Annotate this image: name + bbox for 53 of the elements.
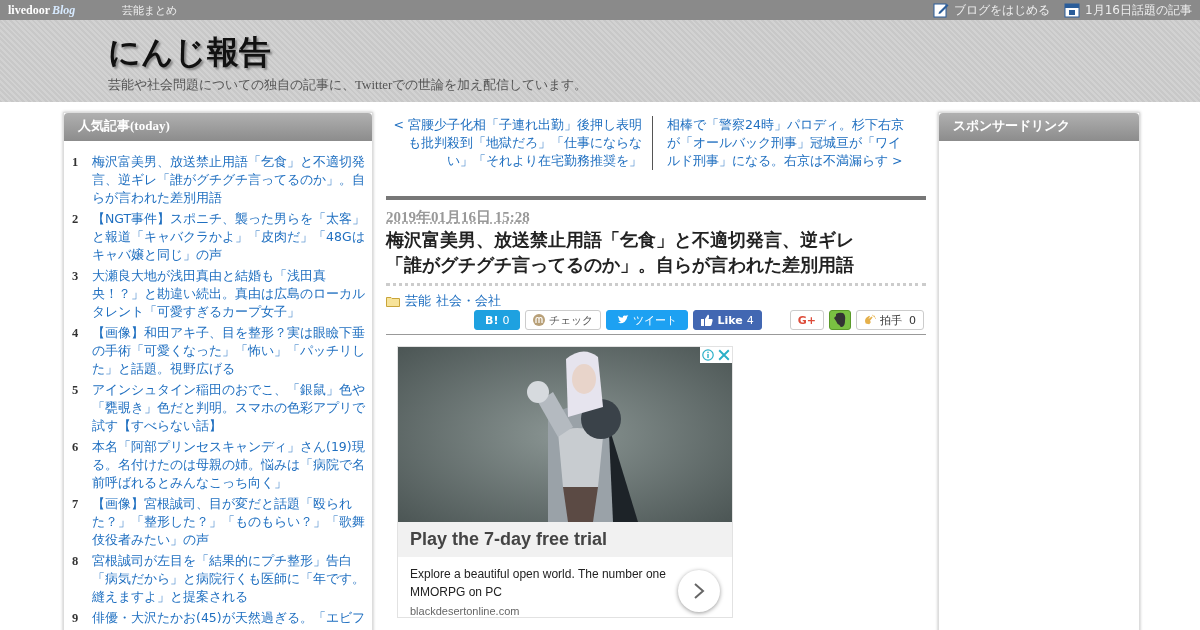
ad-domain: blackdesertonline.com	[410, 605, 521, 617]
widget-header: 人気記事(today)	[64, 113, 372, 141]
mixi-check-button[interactable]: チェック	[525, 310, 602, 330]
next-article-link[interactable]: 相棒で「警察24時」パロディ。杉下右京が「オールバック刑事」冠城亘が「ワイルド刑事」になる。右京は不満漏らす >	[653, 116, 907, 170]
header-link[interactable]: 1月16日話題の記事	[1085, 1, 1192, 19]
post-date: 2019年01月16日 15:28	[386, 208, 531, 227]
article-link[interactable]: 本名「阿部プリンセスキャンディ」さん(19)現る。名付けたのは母親の姉。悩みは「病院で名前呼ばれるとみんなこっち向く」	[92, 438, 366, 492]
article-link[interactable]: アインシュタイン稲田のおでこ、「銀鼠」色や「甕覗き」色だと判明。スマホの色彩アプリで試す【すべらない話】	[92, 381, 366, 435]
thumbs-up-icon	[701, 314, 714, 326]
blog-title[interactable]: にんじ報告	[108, 32, 1200, 72]
rank-number: 6	[72, 439, 80, 456]
evernote-button[interactable]	[829, 310, 851, 330]
hatena-bookmark-button[interactable]: B! 0	[474, 310, 521, 330]
rank-number: 1	[72, 154, 80, 171]
m-circle-icon	[533, 314, 546, 326]
folder-icon	[386, 295, 400, 307]
blog-description: 芸能や社会問題についての独自の記事に、Twitterでの世論を加え配信しています。	[108, 76, 589, 94]
tweet-button[interactable]: ツイート	[606, 310, 689, 330]
ad-headline[interactable]: Play the 7-day free trial	[398, 522, 732, 557]
article-link[interactable]: 【画像】和田アキ子、目を整形？実は眼瞼下垂の手術「可愛くなった」「怖い」「パッチリした」と話題。視野広げる	[92, 324, 366, 378]
rank-number: 3	[72, 268, 80, 285]
previous-article-link[interactable]: < 宮腰少子化相「子連れ出勤」後押し表明も批判殺到「地獄だろ」「仕事にならない」「それより在宅勤務推奨を」	[386, 116, 653, 170]
article-link[interactable]: 梅沢富美男、放送禁止用語「乞食」と不適切発言、逆ギレ「誰がグチグチ言ってるのか」。自らが言われた差別用語	[92, 153, 366, 207]
rank-number: 5	[72, 382, 80, 399]
pen-icon	[933, 2, 950, 18]
category-link[interactable]: 社会・会社	[436, 292, 501, 310]
article-link[interactable]: 大瀬良大地が浅田真由と結婚も「浅田真央！？」と勘違い続出。真由は広島のローカルタレント「可愛すぎるカープ女子」	[92, 267, 366, 321]
rank-number: 9	[72, 610, 80, 627]
article-link[interactable]: 【画像】宮根誠司、目が変だと話題「殴られた？」「整形した？」「ものもらい？」「歌舞伎役者みたい」の声	[92, 495, 366, 549]
rank-number: 2	[72, 211, 80, 228]
like-button[interactable]: Like 4	[693, 310, 762, 330]
info-icon[interactable]	[702, 349, 714, 361]
rank-number: 4	[72, 325, 80, 342]
livedoor-blog-logo[interactable]: livedoor Blog	[8, 2, 112, 18]
rank-number: 8	[72, 553, 80, 570]
rank-number: 7	[72, 496, 80, 513]
article-title: 梅沢富美男、放送禁止用語「乞食」と不適切発言、逆ギレ「誰がグチグチ言ってるのか」。自らが言われた差別用語	[386, 227, 926, 286]
chevron-right-icon	[693, 582, 705, 600]
calendar-icon	[1064, 2, 1081, 18]
clapping-hands-icon	[864, 314, 876, 326]
widget-header: スポンサードリンク	[939, 113, 1139, 141]
google-plus-button[interactable]: G+	[789, 310, 824, 330]
bird-icon	[617, 314, 630, 326]
article-link[interactable]: 宮根誠司が左目を「結果的にプチ整形」告白「病気だから」と病院行くも医師に「年です。縫えますよ」と提案される	[92, 552, 366, 606]
article-link[interactable]: 俳優・大沢たかお(45)が天然過ぎる。「エビフ	[92, 609, 365, 627]
category-link[interactable]: 芸能	[405, 292, 431, 310]
article-link[interactable]: 【NGT事件】スポニチ、襲った男らを「太客」と報道「キャバクラかよ」「皮肉だ」「48Gはキャバ嬢と同じ」の声	[92, 210, 366, 264]
category-link[interactable]: 芸能まとめ	[122, 2, 177, 18]
next-arrow-button[interactable]	[678, 570, 720, 612]
ad-description: Explore a beautiful open world. The number one MMORPG on PC	[410, 566, 667, 601]
close-icon[interactable]	[718, 349, 730, 361]
clap-button[interactable]: 拍手 0	[856, 310, 924, 330]
header-link[interactable]: ブログをはじめる	[954, 1, 1051, 19]
